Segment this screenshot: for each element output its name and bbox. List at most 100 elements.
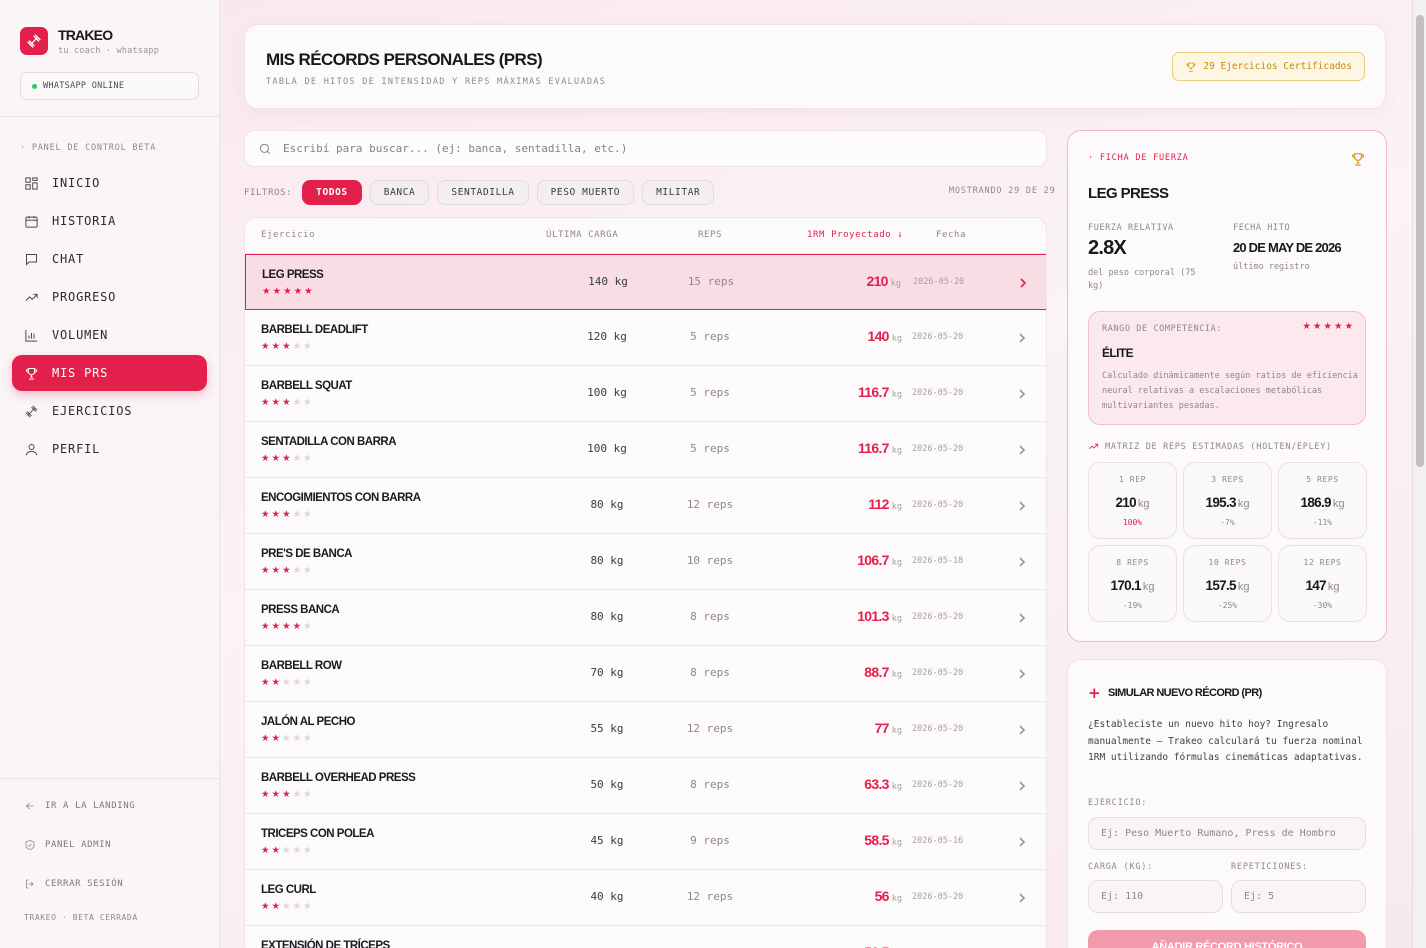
chevron-right-icon[interactable]: [1017, 609, 1029, 623]
row-1rm-value: 77: [874, 720, 890, 736]
bar-chart-icon: [25, 329, 38, 342]
star-icon: ★: [282, 565, 291, 576]
row-exercise-name: SENTADILLA CON BARRA: [261, 436, 397, 448]
row-rating-stars: ★ ★ ★ ★ ★: [261, 398, 312, 408]
filters-label: FILTROS:: [244, 187, 293, 198]
star-icon: ★: [303, 901, 312, 912]
matrix-cell-value: 147: [1305, 578, 1326, 593]
table-row[interactable]: LEG PRESS ★ ★ ★ ★ ★ 140 kg 15 reps 210 kg 2026-05-…: [245, 254, 1046, 310]
arrow-left-icon: [25, 802, 34, 810]
table-row[interactable]: BARBELL SQUAT ★ ★ ★ ★ ★ 100 kg 5 reps 116.7 kg 202…: [245, 366, 1046, 422]
rank-label: RANGO DE COMPETENCIA:: [1102, 324, 1223, 334]
star-icon: ★: [292, 565, 302, 576]
star-icon: ★: [271, 341, 281, 352]
star-icon: ★: [261, 789, 270, 800]
sidebar-item-inicio[interactable]: INICIO: [12, 165, 207, 201]
row-1rm-unit: kg: [891, 334, 902, 344]
sidebar-item-perfil[interactable]: PERFIL: [12, 431, 207, 467]
row-1rm-value: 116.7: [857, 440, 889, 456]
chevron-right-icon[interactable]: [1017, 497, 1029, 511]
table-row[interactable]: BARBELL OVERHEAD PRESS ★ ★ ★ ★ ★ 50 kg 8 reps 63…: [245, 758, 1046, 814]
table-row[interactable]: EXTENSIÓN DE TRÍCEPS★★★★★35 kg10 reps52.…: [245, 926, 1046, 948]
row-1rm: 106.7 kg: [857, 550, 902, 569]
matrix-cell-percent: -7%: [1220, 518, 1235, 527]
table-header: Ejercicio ÚLTIMA CARGA REPS 1RM Proyecta…: [245, 218, 1046, 254]
row-1rm-value: 56: [874, 888, 890, 904]
page-scrollbar[interactable]: [1412, 0, 1426, 948]
table-row[interactable]: LEG CURL ★ ★ ★ ★ ★ 40 kg 12 reps 56 kg 2026-05-20: [245, 870, 1046, 926]
calendar-icon: [25, 215, 38, 228]
row-exercise-name: BARBELL ROW: [261, 660, 342, 672]
brand-subtitle: tu coach · whatsapp: [58, 46, 160, 56]
filter-chip-banca[interactable]: BANCA: [369, 180, 430, 205]
row-last-load: 80 kg: [590, 498, 624, 511]
scrollbar-thumb[interactable]: [1416, 15, 1424, 467]
trending-up-icon: [1089, 443, 1099, 450]
table-row[interactable]: BARBELL DEADLIFT ★ ★ ★ ★ ★ 120 kg 5 reps 140 kg 20…: [245, 310, 1046, 366]
sidebar-item-volumen[interactable]: VOLUMEN: [12, 317, 207, 353]
user-icon: [26, 443, 37, 455]
row-date: 2026-05-20: [912, 780, 964, 790]
table-row[interactable]: ENCOGIMIENTOS CON BARRA ★ ★ ★ ★ ★ 80 kg 12 reps…: [245, 478, 1046, 534]
chevron-right-icon[interactable]: [1017, 889, 1029, 903]
matrix-cell-value-group: 186.9 kg: [1279, 492, 1366, 511]
add-record-button[interactable]: AÑADIR RÉCORD HISTÓRICO: [1088, 930, 1366, 948]
chevron-right-icon[interactable]: [1017, 777, 1029, 791]
sidebar-item-historia[interactable]: HISTORIA: [12, 203, 207, 239]
brand[interactable]: TRAKEO tu coach · whatsapp: [20, 27, 159, 56]
matrix-cell-label: 10 REPS: [1208, 558, 1247, 567]
sidebar-item-ejercicios[interactable]: EJERCICIOS: [12, 393, 207, 429]
star-icon: ★: [282, 509, 291, 520]
star-icon: ★: [282, 397, 291, 408]
chevron-right-icon[interactable]: [1018, 274, 1030, 288]
logout-link[interactable]: CERRAR SESIÓN: [24, 878, 123, 890]
landing-link[interactable]: IR A LA LANDING: [24, 800, 135, 812]
sidebar-item-progreso[interactable]: PROGRESO: [12, 279, 207, 315]
column-date[interactable]: Fecha: [936, 230, 966, 240]
row-last-load: 55 kg: [590, 722, 624, 735]
table-row[interactable]: TRICEPS CON POLEA ★ ★ ★ ★ ★ 45 kg 9 reps 58.5 kg 2…: [245, 814, 1046, 870]
filter-chip-peso-muerto[interactable]: PESO MUERTO: [536, 180, 635, 205]
filter-chip-militar[interactable]: MILITAR: [642, 180, 715, 205]
chevron-right-icon[interactable]: [1017, 833, 1029, 847]
column-reps[interactable]: REPS: [698, 230, 722, 240]
star-icon: ★: [303, 565, 312, 576]
filter-chip-todos[interactable]: TODOS: [302, 180, 362, 205]
table-row[interactable]: SENTADILLA CON BARRA ★ ★ ★ ★ ★ 100 kg 5 reps 116…: [245, 422, 1046, 478]
filter-chip-sentadilla[interactable]: SENTADILLA: [437, 180, 529, 205]
chevron-right-icon[interactable]: [1017, 441, 1029, 455]
record-date-value: 20 DE MAY DE 2026: [1233, 240, 1342, 255]
simulator-description: ¿Estableciste un nuevo hito hoy? Ingresa…: [1088, 719, 1363, 763]
chevron-right-icon[interactable]: [1017, 385, 1029, 399]
table-row[interactable]: BARBELL ROW ★ ★ ★ ★ ★ 70 kg 8 reps 88.7 kg 2026-05…: [245, 646, 1046, 702]
sidebar-item-label: PROGRESO: [52, 290, 117, 304]
row-1rm-unit: kg: [891, 726, 902, 736]
row-1rm-unit: kg: [891, 502, 902, 512]
row-1rm-unit: kg: [891, 838, 902, 848]
exercise-input[interactable]: [1088, 817, 1366, 850]
chevron-right-icon[interactable]: [1017, 553, 1029, 567]
sidebar-item-chat[interactable]: CHAT: [12, 241, 207, 277]
table-row[interactable]: PRE'S DE BANCA ★ ★ ★ ★ ★ 80 kg 10 reps 106.7 kg 20…: [245, 534, 1046, 590]
reps-input[interactable]: [1231, 880, 1366, 913]
search-input[interactable]: [283, 142, 983, 155]
row-exercise-name: TRICEPS CON POLEA: [261, 828, 374, 840]
sidebar-item-label: EJERCICIOS: [52, 404, 133, 418]
star-icon: ★: [292, 901, 302, 912]
chevron-right-icon[interactable]: [1017, 329, 1029, 343]
column-exercise[interactable]: Ejercicio: [261, 230, 315, 240]
chevron-right-icon[interactable]: [1017, 665, 1029, 679]
admin-panel-link[interactable]: PANEL ADMIN: [24, 839, 111, 851]
sidebar-item-mis-prs[interactable]: MIS PRS: [12, 355, 207, 391]
chevron-right-icon[interactable]: [1017, 721, 1029, 735]
pr-simulator-card: + SIMULAR NUEVO RÉCORD (PR) ¿Establecist…: [1067, 659, 1387, 948]
load-input[interactable]: [1088, 880, 1223, 913]
row-exercise-name: BARBELL OVERHEAD PRESS: [261, 772, 416, 784]
table-row[interactable]: PRESS BANCA ★ ★ ★ ★ ★ 80 kg 8 reps 101.3 kg 2026-0…: [245, 590, 1046, 646]
row-1rm-unit: kg: [890, 279, 901, 289]
column-1rm-sorted[interactable]: 1RM Proyectado ↓: [807, 230, 903, 240]
reps-matrix-title-text: MATRIZ DE REPS ESTIMADAS (HOLTEN/EPLEY): [1105, 441, 1332, 452]
table-row[interactable]: JALÓN AL PECHO ★ ★ ★ ★ ★ 55 kg 12 reps 77 kg 2026-…: [245, 702, 1046, 758]
column-last-load[interactable]: ÚLTIMA CARGA: [546, 230, 618, 240]
row-exercise-name: LEG CURL: [261, 884, 316, 896]
